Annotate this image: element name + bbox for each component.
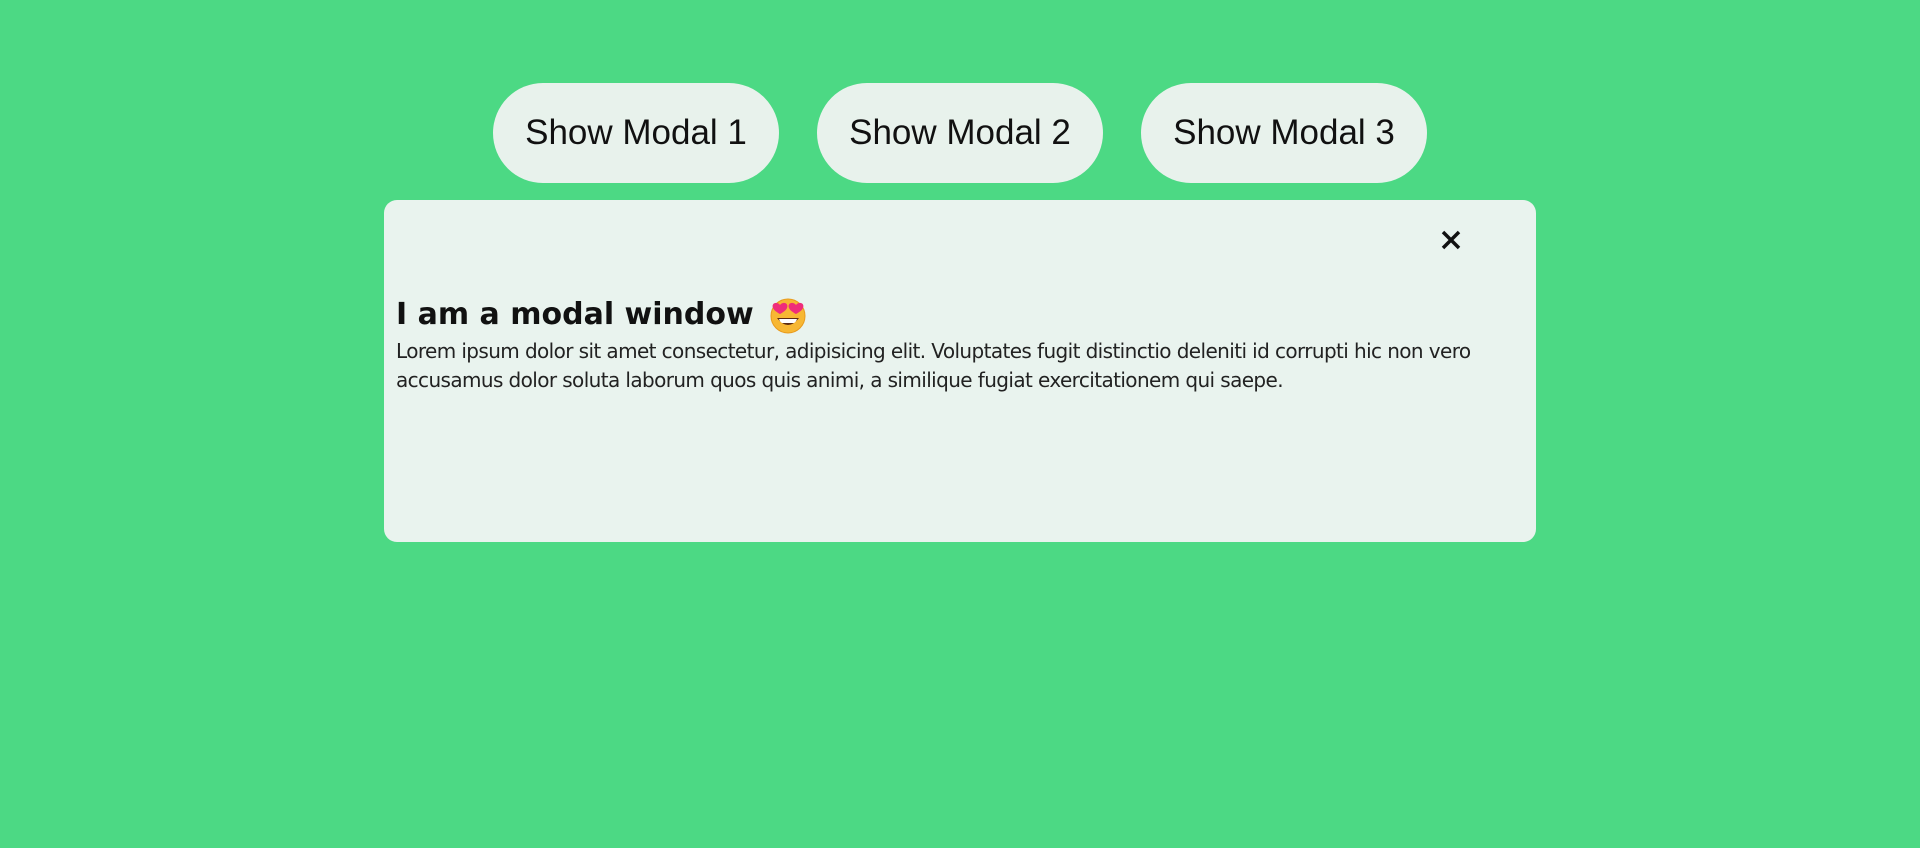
modal-window: I am a modal window Lorem ipsum dolor si… — [384, 200, 1536, 542]
button-row: Show Modal 1 Show Modal 2 Show Modal 3 — [0, 83, 1920, 183]
modal-content: I am a modal window Lorem ipsum dolor si… — [396, 295, 1524, 395]
show-modal-1-button[interactable]: Show Modal 1 — [493, 83, 779, 183]
close-modal-button[interactable] — [1431, 220, 1471, 260]
heart-eyes-emoji-icon — [770, 298, 806, 334]
modal-body-text: Lorem ipsum dolor sit amet consectetur, … — [396, 339, 1471, 392]
close-icon — [1441, 230, 1461, 250]
show-modal-2-button[interactable]: Show Modal 2 — [817, 83, 1103, 183]
modal-title: I am a modal window — [396, 295, 1524, 335]
modal-title-text: I am a modal window — [396, 297, 754, 332]
show-modal-3-button[interactable]: Show Modal 3 — [1141, 83, 1427, 183]
